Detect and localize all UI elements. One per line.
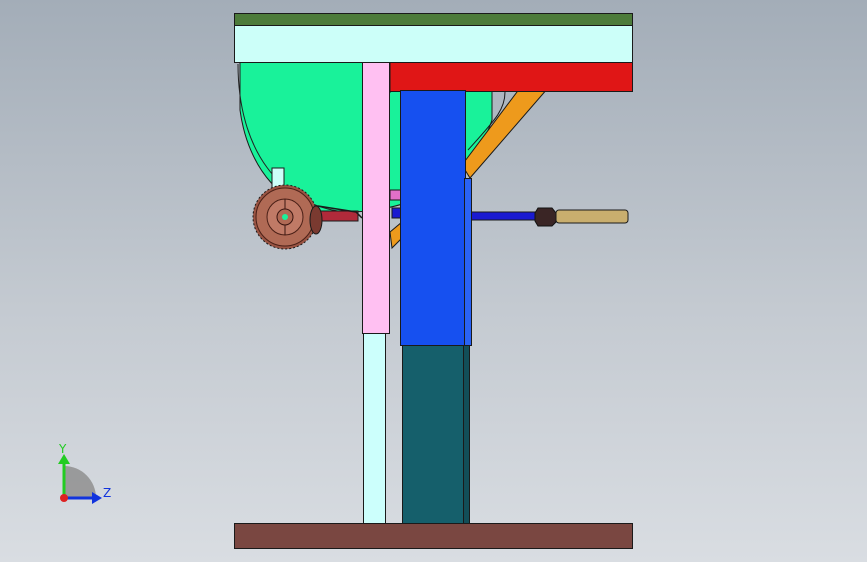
pink-column bbox=[362, 62, 390, 334]
right-shaft bbox=[469, 211, 539, 221]
upper-frame bbox=[234, 25, 633, 63]
cyan-leg bbox=[363, 332, 386, 524]
triad-quarter-disc bbox=[64, 466, 96, 498]
brass-pin bbox=[555, 209, 629, 224]
teal-base-column bbox=[402, 345, 470, 524]
z-arrow-head bbox=[92, 492, 102, 504]
cad-viewport[interactable]: Y Z bbox=[0, 0, 867, 562]
triad-z-label: Z bbox=[103, 486, 112, 500]
x-axis-dot bbox=[60, 494, 68, 502]
triad-y-label: Y bbox=[59, 442, 67, 456]
saw-hub-right bbox=[309, 205, 323, 235]
teal-column-edge bbox=[463, 345, 470, 524]
red-beam bbox=[362, 62, 633, 92]
saw-shaft bbox=[317, 210, 359, 222]
blue-column-edge bbox=[464, 178, 472, 346]
base-plate bbox=[234, 523, 633, 549]
blue-column bbox=[400, 90, 466, 346]
saw-blade bbox=[252, 184, 318, 250]
shaft-nut bbox=[534, 207, 557, 227]
